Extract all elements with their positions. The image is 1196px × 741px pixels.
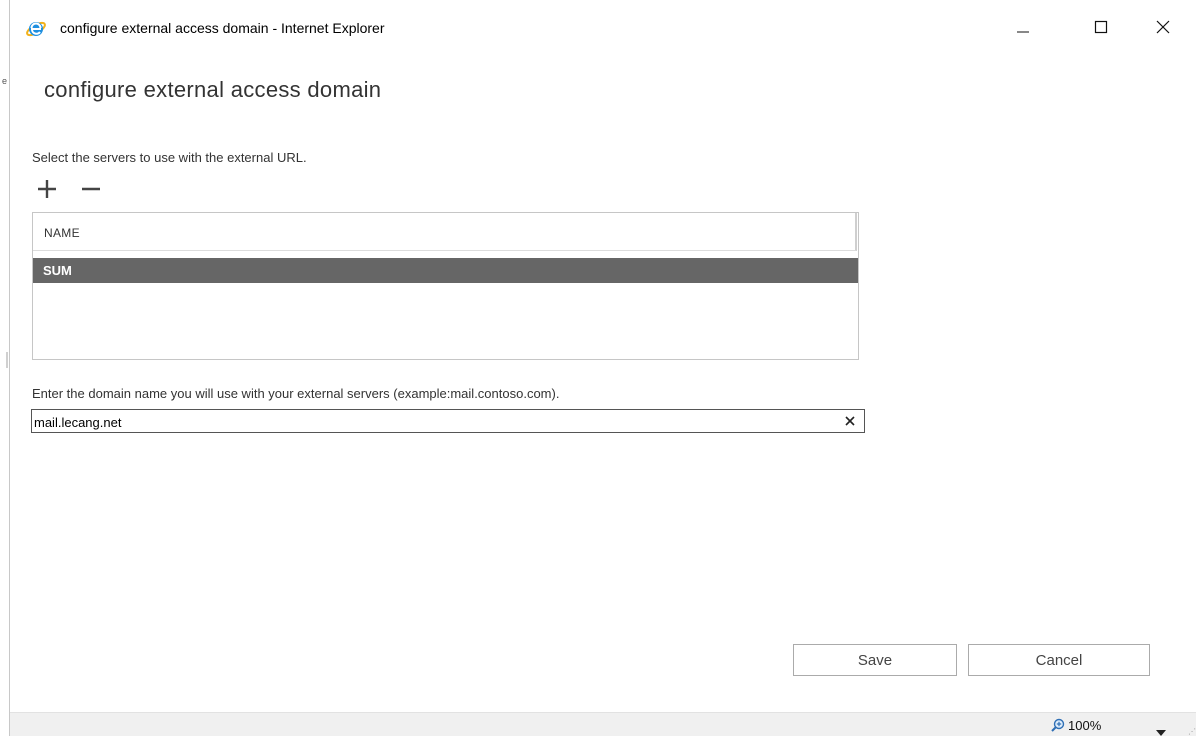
maximize-button[interactable] bbox=[1078, 12, 1124, 46]
left-edge-mark: e bbox=[2, 76, 8, 86]
cancel-button[interactable]: Cancel bbox=[968, 644, 1150, 676]
resize-grip-icon[interactable]: ⋰ bbox=[1188, 727, 1196, 736]
chevron-down-icon[interactable] bbox=[1156, 723, 1166, 736]
ie-icon bbox=[25, 18, 47, 40]
minimize-icon bbox=[1016, 20, 1030, 39]
clear-x-icon[interactable] bbox=[843, 414, 857, 428]
column-header-name[interactable]: NAME bbox=[33, 213, 857, 251]
status-bar: 100% ⋰ bbox=[10, 712, 1196, 736]
domain-input-box[interactable] bbox=[31, 409, 865, 433]
close-button[interactable] bbox=[1140, 12, 1186, 46]
domain-input[interactable] bbox=[32, 410, 832, 432]
zoom-magnifier-icon[interactable] bbox=[1050, 718, 1066, 732]
maximize-icon bbox=[1094, 20, 1108, 39]
title-bar[interactable]: configure external access domain - Inter… bbox=[10, 0, 1196, 58]
server-instruction: Select the servers to use with the exter… bbox=[32, 150, 307, 165]
table-row[interactable]: SUM bbox=[33, 258, 858, 283]
zoom-level[interactable]: 100% bbox=[1068, 718, 1101, 733]
window-left-edge bbox=[9, 0, 10, 736]
domain-label: Enter the domain name you will use with … bbox=[32, 386, 560, 401]
minimize-button[interactable] bbox=[1000, 12, 1046, 46]
minus-icon[interactable] bbox=[80, 178, 102, 200]
browser-window: e configure external access domain - Int… bbox=[0, 0, 1196, 736]
window-title: configure external access domain - Inter… bbox=[60, 20, 385, 36]
plus-icon[interactable] bbox=[36, 178, 58, 200]
save-button[interactable]: Save bbox=[793, 644, 957, 676]
page-title: configure external access domain bbox=[44, 77, 382, 102]
left-edge-tick bbox=[6, 352, 8, 368]
close-icon bbox=[1155, 19, 1171, 40]
server-table: NAME SUM bbox=[32, 212, 859, 360]
